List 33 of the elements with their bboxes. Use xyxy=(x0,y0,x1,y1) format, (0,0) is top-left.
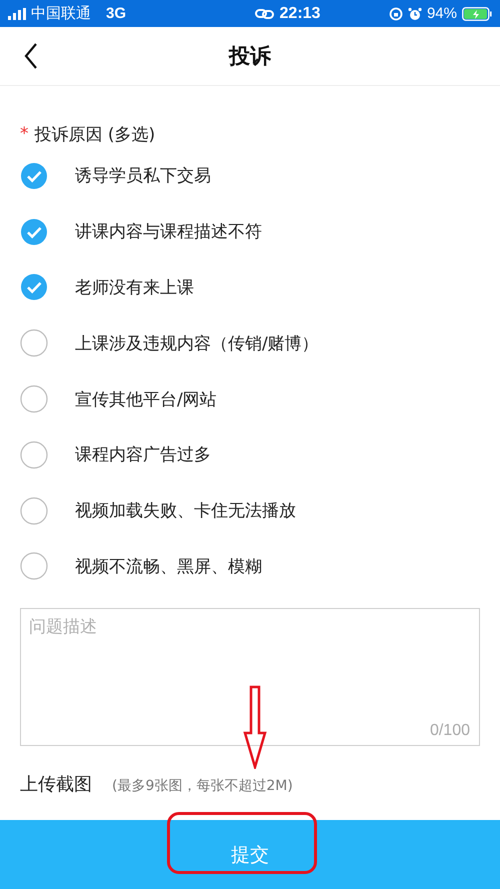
checkbox[interactable] xyxy=(20,273,48,302)
checkbox[interactable] xyxy=(20,552,48,580)
option-label[interactable]: 老师没有来上课 xyxy=(75,276,194,299)
checkbox[interactable] xyxy=(20,385,48,414)
character-counter: 0/100 xyxy=(430,722,470,740)
signal-icon xyxy=(8,8,26,20)
clock-time: 22:13 xyxy=(280,4,320,22)
option-label[interactable]: 诱导学员私下交易 xyxy=(75,164,211,188)
chevron-left-icon xyxy=(24,43,38,69)
back-button[interactable] xyxy=(22,41,40,71)
option-label[interactable]: 视频不流畅、黑屏、模糊 xyxy=(75,554,262,578)
battery-percent: 94% xyxy=(426,5,457,22)
page-title: 投诉 xyxy=(229,43,271,70)
link-icon xyxy=(254,8,275,20)
alarm-icon xyxy=(408,6,422,20)
carrier-name: 中国联通 xyxy=(31,4,91,23)
checkbox[interactable] xyxy=(20,496,48,525)
battery-icon xyxy=(462,6,492,20)
checkbox[interactable] xyxy=(20,329,48,358)
checkbox[interactable] xyxy=(20,218,48,246)
rotation-lock-icon xyxy=(388,6,403,20)
upload-hint: (最多9张图，每张不超过2M) xyxy=(112,777,293,796)
required-mark: * xyxy=(20,124,28,144)
checkbox[interactable] xyxy=(20,162,48,190)
option-label[interactable]: 课程内容广告过多 xyxy=(75,443,211,466)
upload-label: 上传截图 xyxy=(20,773,92,796)
network-type: 3G xyxy=(106,5,126,22)
option-label[interactable]: 上课涉及违规内容（传销/赌博） xyxy=(75,332,319,355)
option-label[interactable]: 视频加载失败、卡住无法播放 xyxy=(75,499,296,522)
checkbox[interactable] xyxy=(20,440,48,469)
question-label: 投诉原因 (多选) xyxy=(34,124,156,146)
option-label[interactable]: 讲课内容与课程描述不符 xyxy=(75,220,262,244)
option-label[interactable]: 宣传其他平台/网站 xyxy=(75,388,217,411)
